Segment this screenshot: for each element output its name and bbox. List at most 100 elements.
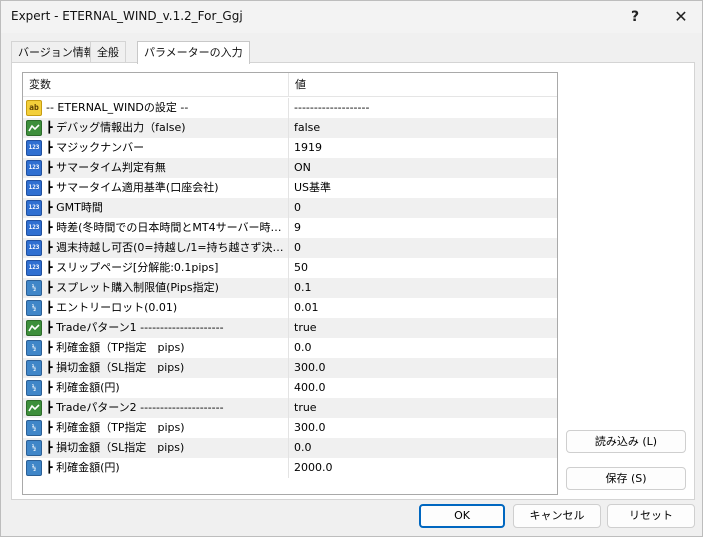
variable-cell[interactable]: 123 ┣ サマータイム適用基準(口座会社)	[23, 178, 289, 198]
variable-cell[interactable]: ½ ┣ エントリーロット(0.01)	[23, 298, 289, 318]
cancel-button[interactable]: キャンセル	[513, 504, 601, 528]
variable-name: ┣ 損切金額（SL指定 pips)	[46, 361, 185, 374]
table-row[interactable]: 123 ┣ サマータイム適用基準(口座会社) US基準	[23, 178, 557, 198]
integer-type-icon: 123	[26, 140, 42, 156]
variable-cell[interactable]: ┣ Tradeパターン1 ---------------------	[23, 318, 289, 338]
variable-cell[interactable]: 123 ┣ サマータイム判定有無	[23, 158, 289, 178]
variable-name: ┣ Tradeパターン2 ---------------------	[46, 401, 224, 414]
variable-cell[interactable]: ┣ デバッグ情報出力（false)	[23, 118, 289, 138]
table-row[interactable]: ┣ デバッグ情報出力（false) false	[23, 118, 557, 138]
close-icon[interactable]: ✕	[665, 3, 697, 31]
variable-name: ┣ GMT時間	[46, 201, 103, 214]
grid-header: 変数 値	[23, 73, 557, 97]
value-cell[interactable]: 1919	[289, 138, 557, 158]
string-type-icon: ab	[26, 100, 42, 116]
variable-cell[interactable]: ½ ┣ 利確金額(円)	[23, 378, 289, 398]
variable-name: ┣ 利確金額(円)	[46, 381, 120, 394]
double-type-icon: ½	[26, 340, 42, 356]
table-row[interactable]: ½ ┣ スプレット購入制限値(Pips指定) 0.1	[23, 278, 557, 298]
variable-name: -- ETERNAL_WINDの設定 --	[46, 101, 189, 114]
variable-name: ┣ サマータイム適用基準(口座会社)	[46, 181, 219, 194]
value-cell[interactable]: false	[289, 118, 557, 138]
help-icon[interactable]: ?	[619, 3, 651, 31]
value-cell[interactable]: ON	[289, 158, 557, 178]
title-bar: Expert - ETERNAL_WIND_v.1.2_For_Ggj ? ✕	[1, 1, 702, 33]
value-cell[interactable]: US基準	[289, 178, 557, 198]
table-row[interactable]: 123 ┣ 時差(冬時間での日本時間とMT4サーバー時… 9	[23, 218, 557, 238]
table-row[interactable]: ½ ┣ 利確金額(円) 400.0	[23, 378, 557, 398]
grid-rows: ab -- ETERNAL_WINDの設定 -- -----------------…	[23, 98, 557, 478]
value-cell[interactable]: 0.01	[289, 298, 557, 318]
integer-type-icon: 123	[26, 260, 42, 276]
table-row[interactable]: ┣ Tradeパターン2 --------------------- true	[23, 398, 557, 418]
table-row[interactable]: 123 ┣ スリップページ[分解能:0.1pips] 50	[23, 258, 557, 278]
variable-cell[interactable]: 123 ┣ 週末持越し可否(0=持越し/1=持ち越さず決…	[23, 238, 289, 258]
table-row[interactable]: ½ ┣ 損切金額（SL指定 pips) 0.0	[23, 438, 557, 458]
value-cell[interactable]: 300.0	[289, 358, 557, 378]
table-row[interactable]: 123 ┣ サマータイム判定有無 ON	[23, 158, 557, 178]
variable-cell[interactable]: ½ ┣ 利確金額（TP指定 pips)	[23, 338, 289, 358]
value-cell[interactable]: 0.1	[289, 278, 557, 298]
value-cell[interactable]: 9	[289, 218, 557, 238]
value-cell[interactable]: 2000.0	[289, 458, 557, 478]
value-cell[interactable]: true	[289, 398, 557, 418]
double-type-icon: ½	[26, 420, 42, 436]
double-type-icon: ½	[26, 380, 42, 396]
variable-cell[interactable]: 123 ┣ GMT時間	[23, 198, 289, 218]
integer-type-icon: 123	[26, 200, 42, 216]
value-cell[interactable]: 0.0	[289, 438, 557, 458]
value-cell[interactable]: 0	[289, 238, 557, 258]
variable-name: ┣ 利確金額（TP指定 pips)	[46, 341, 185, 354]
double-type-icon: ½	[26, 300, 42, 316]
tab-version-info[interactable]: バージョン情報	[11, 41, 102, 63]
save-button[interactable]: 保存 (S)	[566, 467, 686, 490]
table-row[interactable]: ½ ┣ エントリーロット(0.01) 0.01	[23, 298, 557, 318]
column-header-value[interactable]: 値	[289, 73, 557, 97]
parameters-grid[interactable]: 変数 値 ab -- ETERNAL_WINDの設定 -- ------------…	[22, 72, 558, 495]
tab-input-parameters[interactable]: パラメーターの入力	[137, 41, 250, 64]
table-row[interactable]: ½ ┣ 利確金額（TP指定 pips) 0.0	[23, 338, 557, 358]
value-cell[interactable]: 300.0	[289, 418, 557, 438]
variable-cell[interactable]: ½ ┣ 利確金額(円)	[23, 458, 289, 478]
variable-cell[interactable]: 123 ┣ スリップページ[分解能:0.1pips]	[23, 258, 289, 278]
variable-cell[interactable]: 123 ┣ マジックナンバー	[23, 138, 289, 158]
variable-name: ┣ 利確金額(円)	[46, 461, 120, 474]
variable-name: ┣ 利確金額（TP指定 pips)	[46, 421, 185, 434]
table-row[interactable]: ab -- ETERNAL_WINDの設定 -- -----------------…	[23, 98, 557, 118]
expert-dialog: Expert - ETERNAL_WIND_v.1.2_For_Ggj ? ✕ …	[0, 0, 703, 537]
value-cell[interactable]: 0	[289, 198, 557, 218]
column-header-variable[interactable]: 変数	[23, 73, 289, 97]
variable-name: ┣ エントリーロット(0.01)	[46, 301, 178, 314]
reset-button[interactable]: リセット	[607, 504, 695, 528]
ok-button[interactable]: OK	[419, 504, 505, 528]
variable-cell[interactable]: ab -- ETERNAL_WINDの設定 --	[23, 98, 289, 118]
variable-cell[interactable]: ½ ┣ 損切金額（SL指定 pips)	[23, 358, 289, 378]
variable-cell[interactable]: ½ ┣ スプレット購入制限値(Pips指定)	[23, 278, 289, 298]
variable-cell[interactable]: 123 ┣ 時差(冬時間での日本時間とMT4サーバー時…	[23, 218, 289, 238]
variable-name: ┣ スリップページ[分解能:0.1pips]	[46, 261, 219, 274]
table-row[interactable]: 123 ┣ マジックナンバー 1919	[23, 138, 557, 158]
table-row[interactable]: ½ ┣ 利確金額(円) 2000.0	[23, 458, 557, 478]
integer-type-icon: 123	[26, 180, 42, 196]
double-type-icon: ½	[26, 360, 42, 376]
window-title: Expert - ETERNAL_WIND_v.1.2_For_Ggj	[11, 9, 243, 23]
table-row[interactable]: ½ ┣ 利確金額（TP指定 pips) 300.0	[23, 418, 557, 438]
load-button[interactable]: 読み込み (L)	[566, 430, 686, 453]
value-cell[interactable]: -------------------	[289, 98, 557, 118]
variable-name: ┣ Tradeパターン1 ---------------------	[46, 321, 224, 334]
value-cell[interactable]: 400.0	[289, 378, 557, 398]
boolean-type-icon	[26, 320, 42, 336]
double-type-icon: ½	[26, 280, 42, 296]
variable-cell[interactable]: ½ ┣ 利確金額（TP指定 pips)	[23, 418, 289, 438]
variable-cell[interactable]: ┣ Tradeパターン2 ---------------------	[23, 398, 289, 418]
variable-name: ┣ スプレット購入制限値(Pips指定)	[46, 281, 219, 294]
table-row[interactable]: 123 ┣ GMT時間 0	[23, 198, 557, 218]
value-cell[interactable]: 50	[289, 258, 557, 278]
value-cell[interactable]: 0.0	[289, 338, 557, 358]
table-row[interactable]: ┣ Tradeパターン1 --------------------- true	[23, 318, 557, 338]
value-cell[interactable]: true	[289, 318, 557, 338]
table-row[interactable]: 123 ┣ 週末持越し可否(0=持越し/1=持ち越さず決… 0	[23, 238, 557, 258]
table-row[interactable]: ½ ┣ 損切金額（SL指定 pips) 300.0	[23, 358, 557, 378]
tab-general[interactable]: 全般	[90, 41, 126, 63]
variable-cell[interactable]: ½ ┣ 損切金額（SL指定 pips)	[23, 438, 289, 458]
